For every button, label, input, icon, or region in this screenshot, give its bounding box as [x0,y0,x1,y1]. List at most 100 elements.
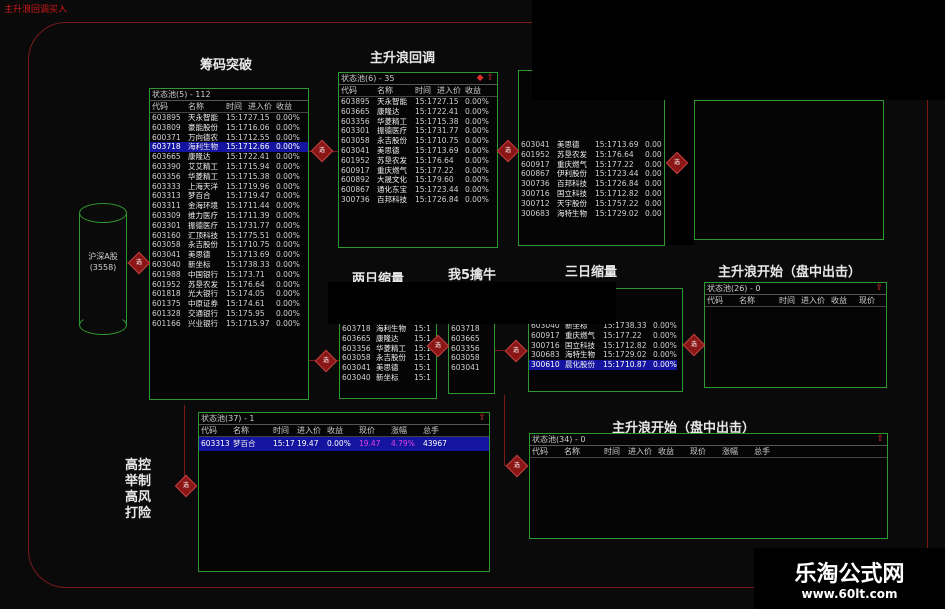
pool-main-start-bottom[interactable]: 状态池(34) - 0 ⇧ 代码 名称 时间 进入价 收益 现价 涨幅 总手 [529,433,888,539]
col-time[interactable]: 时间 [226,101,248,112]
col-volume[interactable]: 总手 [423,425,463,436]
table-row[interactable]: 603041 美思德 15:1713.69 0.00 [519,140,664,150]
pin-icon[interactable]: ⇧ [875,283,883,294]
table-row[interactable]: 603718 海利生物 15:1712.66 0.00% [150,142,308,153]
col-current[interactable]: 现价 [359,425,391,436]
table-row[interactable]: 300610 晨化股份 15:1710.87 0.00% [529,360,677,370]
pool-chip-break[interactable]: 状态池(5) - 112 代码 名称 时间 进入价 收益 603895 天永智能 15:17… [149,88,309,400]
table-row[interactable]: 603040 新坐标 15:1738.33 0.00% [150,260,308,270]
col-name[interactable]: 名称 [377,85,415,96]
col-price[interactable]: 进入价 [628,446,658,457]
col-gain[interactable]: 收益 [831,295,859,306]
table-row[interactable]: 603895 天永智能 15:1727.15 0.00% [150,113,308,123]
table-row[interactable]: 603356 华菱精工 15:1715.38 0.00% [150,172,308,182]
col-price[interactable]: 进入价 [248,101,276,112]
table-row[interactable]: 603058 永吉股份 15:1710.75 0.00% [339,136,497,146]
table-row[interactable]: 603665 康隆达 15:1 [340,334,432,344]
table-row[interactable]: 603309 维力医疗 15:1711.39 0.00% [150,211,308,221]
table-row[interactable]: 600917 重庆燃气 15:177.22 0.00 [519,160,664,170]
table-row[interactable]: 601952 苏垦农发 15:176.64 0.00% [150,280,308,290]
table-row[interactable]: 603895 天永智能 15:1727.15 0.00% [339,97,497,107]
col-time[interactable]: 时间 [604,446,628,457]
pool-right-upper[interactable] [694,100,884,240]
table-row[interactable]: 600892 大晟文化 15:179.60 0.00% [339,175,497,185]
table-row[interactable]: 603058 [449,353,491,363]
table-row[interactable]: 603313 梦百合 15:1719.47 0.00% [150,191,308,201]
pool-high-control[interactable]: 状态池(37) - 1 ⇧ 代码 名称 时间 进入价 收益 现价 涨幅 总手 603313 梦百合… [198,412,490,572]
table-row[interactable]: 300736 百邦科技 15:1726.84 0.00% [339,195,497,205]
pool-main-start-top[interactable]: 状态池(26) - 0 ⇧ 代码 名称 时间 进入价 收益 现价 [704,282,887,388]
col-name[interactable]: 名称 [564,446,604,457]
table-row[interactable]: 603041 美思德 15:1 [340,363,432,373]
table-row[interactable]: 603665 康隆达 15:1722.41 0.00% [150,152,308,162]
col-change[interactable]: 涨幅 [722,446,754,457]
table-row[interactable]: 603301 振德医疗 15:1731.77 0.00% [339,126,497,136]
table-row[interactable]: 603718 海利生物 15:1 [340,324,432,334]
col-code[interactable]: 代码 [339,85,377,96]
table-row[interactable]: 603356 华菱精工 15:1 [340,344,432,354]
table-row[interactable]: 603160 汇顶科技 15:1775.51 0.00% [150,231,308,241]
table-row[interactable]: 603311 金海环境 15:1711.44 0.00% [150,201,308,211]
pin-icon[interactable]: ⇧ [478,413,486,424]
col-code[interactable]: 代码 [199,425,233,436]
table-row[interactable]: 600371 万向德农 15:1712.55 0.00% [150,133,308,143]
table-row[interactable]: 600867 伊利股份 15:1723.44 0.00 [519,169,664,179]
col-gain[interactable]: 收益 [276,101,300,112]
pool-two-day-shrink[interactable]: 603718 海利生物 15:1 603665 康隆达 15:1 603356 华菱精工 15:… [339,314,437,399]
table-row[interactable]: 603313 梦百合 15:17 19.47 0.00% 19.47 4.79% 43967 [199,437,489,451]
table-row[interactable]: 603718 [449,324,491,334]
col-current[interactable]: 现价 [690,446,722,457]
table-row[interactable]: 603041 美思德 15:1713.69 0.00% [339,146,497,156]
table-row[interactable]: 601952 苏垦农发 15:176.64 0.00 [519,150,664,160]
table-row[interactable]: 600917 重庆燃气 15:177.22 0.00% [529,331,677,341]
col-gain[interactable]: 收益 [327,425,359,436]
pool-main-pullback[interactable]: 状态池(6) - 35 ◆ ⇧ 代码 名称 时间 进入价 收益 603895 天永智能 15:… [338,72,498,248]
table-row[interactable]: 601818 光大银行 15:174.05 0.00% [150,289,308,299]
table-row[interactable]: 601166 兴业银行 15:1715.97 0.00% [150,319,308,329]
col-volume[interactable]: 总手 [754,446,794,457]
table-row[interactable]: 601952 苏垦农发 15:176.64 0.00% [339,156,497,166]
col-time[interactable]: 时间 [415,85,437,96]
table-row[interactable]: 300683 海特生物 15:1729.02 0.00% [529,350,677,360]
col-gain[interactable]: 收益 [465,85,489,96]
table-row[interactable]: 300683 海特生物 15:1729.02 0.00 [519,209,664,219]
col-time[interactable]: 时间 [779,295,801,306]
table-row[interactable]: 603665 康隆达 15:1722.41 0.00% [339,107,497,117]
table-row[interactable]: 603356 华菱精工 15:1715.38 0.00% [339,117,497,127]
col-name[interactable]: 名称 [188,101,226,112]
table-row[interactable]: 601328 交通银行 15:175.95 0.00% [150,309,308,319]
table-row[interactable]: 603333 上海天洋 15:1719.96 0.00% [150,182,308,192]
col-price[interactable]: 进入价 [437,85,465,96]
table-row[interactable]: 603356 [449,344,491,354]
table-row[interactable]: 601988 中国银行 15:173.71 0.00% [150,270,308,280]
pool-my5-bull[interactable]: 603718 603665 603356 603058 603041 [448,314,495,394]
table-row[interactable]: 601375 中原证券 15:174.61 0.00% [150,299,308,309]
table-row[interactable]: 600867 通化东宝 15:1723.44 0.00% [339,185,497,195]
table-row[interactable]: 603058 永吉股份 15:1 [340,353,432,363]
col-current[interactable]: 现价 [859,295,881,306]
table-row[interactable]: 603301 振德医疗 15:1731.77 0.00% [150,221,308,231]
col-change[interactable]: 涨幅 [391,425,423,436]
table-row[interactable]: 603058 永吉股份 15:1710.75 0.00% [150,240,308,250]
table-row[interactable]: 603041 美思德 15:1713.69 0.00% [150,250,308,260]
table-row[interactable]: 300716 国立科技 15:1712.82 0.00 [519,189,664,199]
pin-icon[interactable]: ⇧ [876,434,884,445]
col-code[interactable]: 代码 [705,295,739,306]
table-row[interactable]: 300716 国立科技 15:1712.82 0.00% [529,341,677,351]
col-code[interactable]: 代码 [150,101,188,112]
table-row[interactable]: 600917 重庆燃气 15:177.22 0.00% [339,166,497,176]
table-row[interactable]: 300736 百邦科技 15:1726.84 0.00 [519,179,664,189]
col-code[interactable]: 代码 [530,446,564,457]
col-time[interactable]: 时间 [273,425,297,436]
col-name[interactable]: 名称 [739,295,779,306]
table-row[interactable]: 603041 [449,363,491,373]
table-row[interactable]: 603390 艾艾精工 15:1715.94 0.00% [150,162,308,172]
col-name[interactable]: 名称 [233,425,273,436]
col-price[interactable]: 进入价 [297,425,327,436]
table-row[interactable]: 603665 [449,334,491,344]
table-row[interactable]: 300712 天宇股份 15:1757.22 0.00 [519,199,664,209]
col-gain[interactable]: 收益 [658,446,690,457]
col-price[interactable]: 进入价 [801,295,831,306]
pin-icon[interactable]: ◆ ⇧ [477,73,494,84]
table-row[interactable]: 603809 豪能股份 15:1716.06 0.00% [150,123,308,133]
